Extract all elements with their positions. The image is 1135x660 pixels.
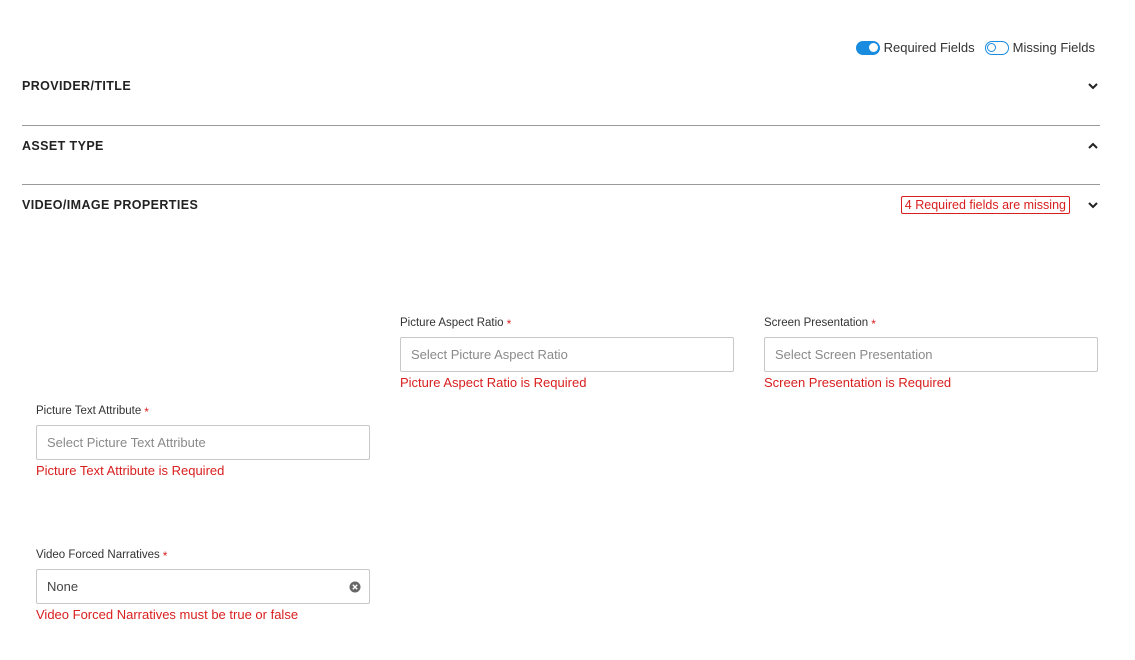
screen-presentation-error: Screen Presentation is Required <box>764 375 952 390</box>
chevron-down-icon[interactable] <box>1086 79 1100 93</box>
picture-text-attribute-error: Picture Text Attribute is Required <box>36 463 225 478</box>
video-forced-narratives-value: None <box>47 579 79 594</box>
section-asset-type[interactable]: ASSET TYPE <box>22 139 1100 153</box>
required-asterisk: * <box>144 405 149 419</box>
picture-aspect-ratio-field: Picture Aspect Ratio * Select Picture As… <box>400 317 734 390</box>
section-provider-title[interactable]: PROVIDER/TITLE <box>22 79 1100 93</box>
section-divider <box>22 184 1100 185</box>
chevron-up-icon[interactable] <box>1086 139 1100 153</box>
required-fields-label: Required Fields <box>883 40 975 55</box>
picture-aspect-ratio-label: Picture Aspect Ratio <box>400 317 504 329</box>
clear-icon[interactable] <box>349 581 361 593</box>
screen-presentation-label: Screen Presentation <box>764 317 869 329</box>
screen-presentation-select[interactable]: Select Screen Presentation <box>764 337 1098 372</box>
picture-text-attribute-field: Picture Text Attribute * Select Picture … <box>36 405 370 478</box>
field-filter-toggles: Required Fields Missing Fields <box>855 40 1095 55</box>
screen-presentation-placeholder: Select Screen Presentation <box>775 347 933 362</box>
missing-fields-toggle[interactable]: Missing Fields <box>984 40 1095 55</box>
section-video-image-properties[interactable]: VIDEO/IMAGE PROPERTIES 4 Required fields… <box>22 196 1100 214</box>
missing-fields-badge: 4 Required fields are missing <box>900 196 1070 214</box>
video-forced-narratives-error: Video Forced Narratives must be true or … <box>36 607 299 622</box>
picture-text-attribute-placeholder: Select Picture Text Attribute <box>47 435 206 450</box>
field-label: Picture Text Attribute * <box>36 405 370 419</box>
chevron-down-icon[interactable] <box>1086 198 1100 212</box>
missing-fields-label: Missing Fields <box>1012 40 1095 55</box>
picture-text-attribute-select[interactable]: Select Picture Text Attribute <box>36 425 370 460</box>
picture-text-attribute-label: Picture Text Attribute <box>36 405 142 417</box>
field-label: Picture Aspect Ratio * <box>400 317 734 331</box>
video-forced-narratives-field: Video Forced Narratives * None Video For… <box>36 549 370 622</box>
screen-presentation-field: Screen Presentation * Select Screen Pres… <box>764 317 1098 390</box>
picture-aspect-ratio-select[interactable]: Select Picture Aspect Ratio <box>400 337 734 372</box>
video-forced-narratives-label: Video Forced Narratives <box>36 549 160 561</box>
section-title-asset: ASSET TYPE <box>22 139 104 153</box>
required-fields-toggle[interactable]: Required Fields <box>855 40 975 55</box>
required-asterisk: * <box>871 317 876 331</box>
field-label: Video Forced Narratives * <box>36 549 370 563</box>
field-label: Screen Presentation * <box>764 317 1098 331</box>
section-divider <box>22 125 1100 126</box>
missing-fields-switch[interactable] <box>984 40 1009 55</box>
video-forced-narratives-select[interactable]: None <box>36 569 370 604</box>
section-title-video: VIDEO/IMAGE PROPERTIES <box>22 198 199 212</box>
picture-aspect-ratio-placeholder: Select Picture Aspect Ratio <box>411 347 568 362</box>
required-fields-switch[interactable] <box>855 40 880 55</box>
picture-aspect-ratio-error: Picture Aspect Ratio is Required <box>400 375 587 390</box>
section-title-provider: PROVIDER/TITLE <box>22 79 132 93</box>
required-asterisk: * <box>162 549 168 563</box>
required-asterisk: * <box>506 317 512 331</box>
